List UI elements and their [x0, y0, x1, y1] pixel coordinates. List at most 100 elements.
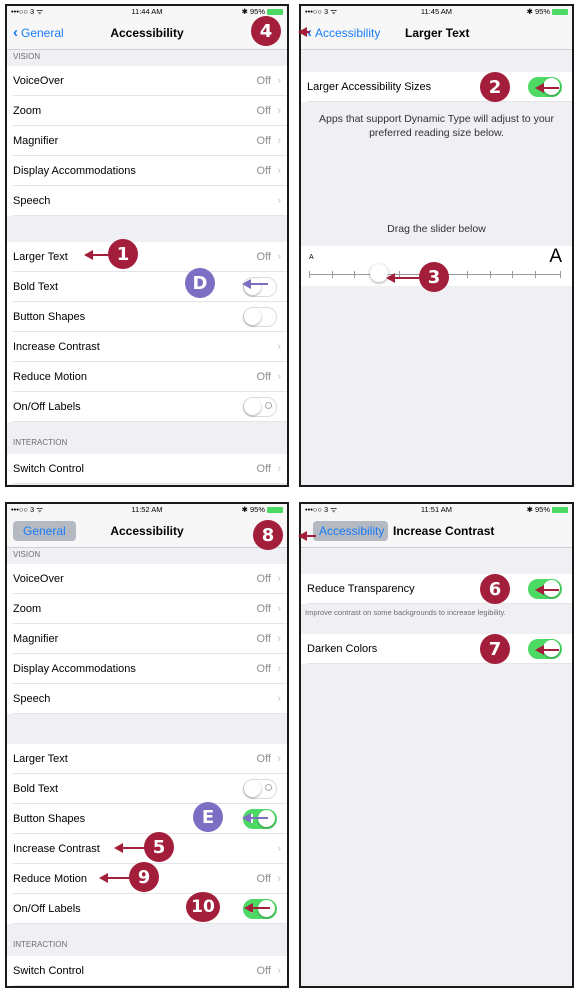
slider-tick: [331, 271, 333, 278]
section-header-vision: VISION: [13, 52, 41, 61]
row-value: Off: [256, 251, 271, 263]
page-title: Larger Text: [405, 26, 470, 40]
panel-increase-contrast: •••○○ 3 ᯤ 11:51 AM ✱ 95% Accessibility I…: [299, 502, 574, 988]
panel-larger-text: •••○○ 3 ᯤ 11:45 AM ✱ 95% ‹Accessibility …: [299, 4, 574, 487]
row-magnifier[interactable]: Magnifier Off ›: [7, 126, 287, 156]
chevron-right-icon: ›: [277, 573, 281, 585]
off-label-icon: [265, 402, 272, 409]
chevron-right-icon: ›: [277, 371, 281, 383]
chevron-right-icon: ›: [277, 165, 281, 177]
navigation-bar: ‹ General Accessibility: [7, 17, 287, 50]
row-increase-contrast[interactable]: Increase Contrast ›: [7, 332, 287, 362]
row-label: Speech: [13, 195, 51, 207]
row-label: Switch Control: [13, 965, 84, 977]
chevron-right-icon: ›: [277, 663, 281, 675]
chevron-right-icon: ›: [277, 603, 281, 615]
callout-step-10: 10: [186, 892, 220, 922]
row-label: On/Off Labels: [13, 401, 81, 413]
callout-arrow: [84, 250, 110, 260]
arrow-tip: [535, 645, 544, 655]
row-value: Off: [256, 75, 271, 87]
row-value: Off: [256, 965, 271, 977]
row-voiceover[interactable]: VoiceOver Off ›: [7, 564, 287, 594]
battery-percent: ✱ 95%: [526, 505, 550, 514]
row-value: Off: [256, 165, 271, 177]
row-value: Off: [256, 603, 271, 615]
callout-arrow: [242, 279, 268, 289]
row-label: Zoom: [13, 105, 42, 117]
row-speech[interactable]: Speech ›: [7, 684, 287, 714]
row-label: Display Accommodations: [13, 165, 136, 177]
row-value: Off: [256, 135, 271, 147]
row-label: Speech: [13, 693, 51, 705]
slider-tick: [467, 271, 469, 278]
arrow-tip: [298, 531, 307, 541]
slider-tick: [489, 271, 491, 278]
arrow-tip: [244, 903, 253, 913]
row-label: On/Off Labels: [13, 903, 81, 915]
chevron-right-icon: ›: [277, 965, 281, 977]
battery-icon: [552, 8, 568, 15]
battery-icon: [552, 506, 568, 513]
row-label: Zoom: [13, 603, 42, 615]
arrow-tip: [298, 27, 307, 37]
row-darken-colors: Darken Colors: [301, 634, 572, 664]
callout-arrow: [535, 645, 559, 655]
chevron-right-icon: ›: [277, 251, 281, 263]
row-reduce-motion[interactable]: Reduce Motion Off ›: [7, 362, 287, 392]
row-reduce-transparency: Reduce Transparency: [301, 574, 572, 604]
on-off-labels-toggle[interactable]: [243, 397, 277, 417]
row-label: Bold Text: [13, 281, 59, 293]
row-magnifier[interactable]: Magnifier Off ›: [7, 624, 287, 654]
callout-arrow: [244, 903, 270, 913]
chevron-right-icon: ›: [277, 75, 281, 87]
panel-accessibility-2: •••○○ 3 ᯤ 11:52 AM ✱ 95% General Accessi…: [5, 502, 289, 988]
row-switch-control[interactable]: Switch Control Off ›: [7, 956, 287, 986]
row-speech[interactable]: Speech ›: [7, 186, 287, 216]
callout-step-2: 2: [480, 72, 510, 102]
slider-tick: [309, 271, 310, 278]
callout-step-6: 6: [480, 574, 510, 604]
back-button-accessibility[interactable]: ‹Accessibility: [307, 25, 380, 40]
row-zoom[interactable]: Zoom Off ›: [7, 96, 287, 126]
row-label: Button Shapes: [13, 813, 86, 825]
battery-icon: [267, 506, 283, 513]
row-switch-control[interactable]: Switch Control Off ›: [7, 454, 287, 484]
battery-percent: ✱ 95%: [241, 505, 265, 514]
row-label: Button Shapes: [13, 311, 86, 323]
row-label: Magnifier: [13, 135, 59, 147]
battery-indicator: ✱ 95%: [527, 6, 568, 17]
back-label: Accessibility: [319, 524, 385, 538]
arrow-tip: [242, 279, 251, 289]
navigation-bar: ‹Accessibility Larger Text: [301, 17, 572, 50]
chevron-right-icon: ›: [277, 693, 281, 705]
row-zoom[interactable]: Zoom Off ›: [7, 594, 287, 624]
callout-step-8: 8: [253, 520, 283, 550]
row-button-shapes: Button Shapes: [7, 302, 287, 332]
row-value: Off: [256, 573, 271, 585]
row-larger-text[interactable]: Larger Text Off ›: [7, 242, 287, 272]
back-button-accessibility[interactable]: Accessibility: [313, 521, 389, 541]
button-shapes-toggle[interactable]: [243, 307, 277, 327]
callout-arrow: [114, 843, 146, 853]
arrow-tip: [242, 813, 251, 823]
row-label: Larger Text: [13, 753, 68, 765]
arrow-tip: [114, 843, 123, 853]
arrow-tip: [99, 873, 108, 883]
row-display-accommodations[interactable]: Display Accommodations Off ›: [7, 654, 287, 684]
callout-arrow: [99, 873, 131, 883]
row-voiceover[interactable]: VoiceOver Off ›: [7, 66, 287, 96]
row-larger-accessibility-sizes: Larger Accessibility Sizes: [301, 72, 572, 102]
chevron-right-icon: ›: [277, 195, 281, 207]
row-label: Switch Control: [13, 463, 84, 475]
chevron-right-icon: ›: [277, 753, 281, 765]
row-label: Larger Accessibility Sizes: [307, 81, 432, 93]
row-label: Increase Contrast: [13, 341, 100, 353]
row-value: Off: [256, 463, 271, 475]
row-label: VoiceOver: [13, 75, 64, 87]
battery-percent: ✱ 95%: [526, 7, 550, 16]
row-display-accommodations[interactable]: Display Accommodations Off ›: [7, 156, 287, 186]
row-larger-text[interactable]: Larger Text Off ›: [7, 744, 287, 774]
callout-step-7: 7: [480, 634, 510, 664]
bold-text-toggle[interactable]: [243, 779, 277, 799]
